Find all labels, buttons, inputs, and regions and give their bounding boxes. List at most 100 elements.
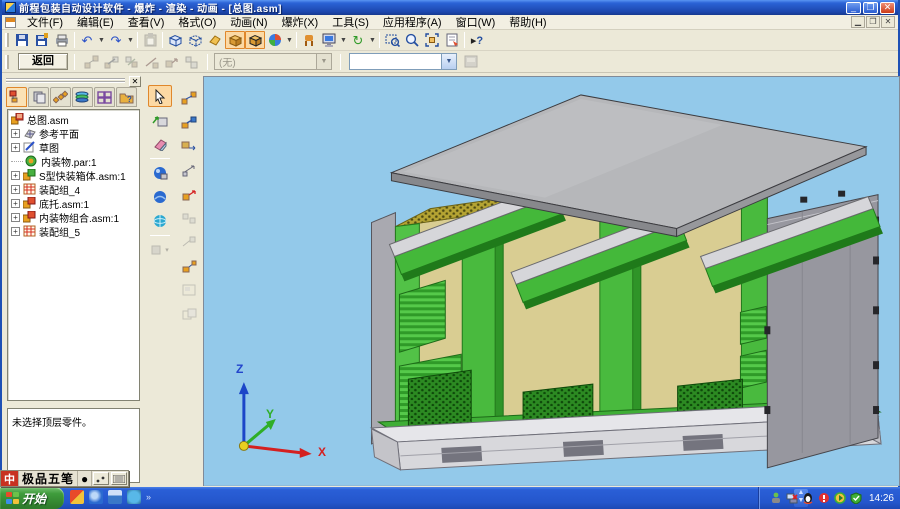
auto-explode-button[interactable]: [81, 53, 101, 71]
tree-item[interactable]: + 底托.asm:1: [11, 196, 139, 210]
render-sphere-dropdown[interactable]: ▼: [285, 31, 294, 49]
tree-item[interactable]: 内装物.par:1: [11, 154, 139, 168]
media-player-icon[interactable]: [70, 490, 84, 504]
toolbar-grip[interactable]: [5, 33, 9, 47]
menu-edit[interactable]: 编辑(E): [70, 13, 121, 31]
internet-explorer-icon[interactable]: [89, 490, 103, 504]
reposition-tool-button[interactable]: [177, 135, 201, 157]
edgebar-grip[interactable]: ✕: [4, 76, 143, 86]
tree-item[interactable]: + 内装物组合.asm:1: [11, 210, 139, 224]
ime-language-button[interactable]: 中: [1, 471, 19, 486]
start-button[interactable]: 开始: [0, 487, 64, 509]
menu-format[interactable]: 格式(O): [171, 13, 223, 31]
more-tools-flyout-button[interactable]: ▾: [148, 239, 172, 261]
undo-dropdown[interactable]: ▼: [97, 31, 106, 49]
mdi-minimize-button[interactable]: ▁: [851, 16, 865, 28]
qq-messenger-icon[interactable]: [802, 492, 814, 504]
settings-tool-button-1[interactable]: [177, 279, 201, 301]
tree-item[interactable]: + 参考平面: [11, 126, 139, 140]
toolbar-grip[interactable]: [5, 55, 9, 69]
activate-part-button[interactable]: [148, 109, 172, 131]
render-sphere-button[interactable]: [265, 31, 285, 49]
render-scene-button[interactable]: [148, 162, 172, 184]
zoom-button[interactable]: [402, 31, 422, 49]
save-button[interactable]: [12, 31, 32, 49]
explode-button[interactable]: [101, 53, 121, 71]
auto-explode-tool-button[interactable]: [177, 87, 201, 109]
menu-window[interactable]: 窗口(W): [449, 13, 503, 31]
expand-icon[interactable]: +: [11, 185, 20, 194]
minimize-button[interactable]: _: [846, 2, 861, 14]
tab-pathfinder[interactable]: [6, 87, 27, 107]
explode-tool-button[interactable]: [177, 111, 201, 133]
menu-animation[interactable]: 动画(N): [223, 13, 274, 31]
mdi-close-button[interactable]: ✕: [881, 16, 895, 28]
redo-dropdown[interactable]: ▼: [126, 31, 135, 49]
restore-button[interactable]: ❐: [863, 2, 878, 14]
collapse-tool-button[interactable]: [177, 231, 201, 253]
select-tool-button[interactable]: [148, 85, 172, 107]
viewport-3d[interactable]: Z Y X: [203, 76, 900, 486]
tree-item[interactable]: + 装配组_5: [11, 224, 139, 238]
refresh-button[interactable]: ↻: [348, 31, 368, 49]
expand-icon[interactable]: +: [11, 213, 20, 222]
ime-softkeyboard-button[interactable]: [111, 472, 127, 485]
zoom-area-button[interactable]: [382, 31, 402, 49]
flow-line-tool-button[interactable]: [177, 159, 201, 181]
move-part-tool-button[interactable]: [177, 183, 201, 205]
context-help-button[interactable]: ▸?: [467, 31, 487, 49]
expand-icon[interactable]: +: [11, 227, 20, 236]
monitor-button[interactable]: [319, 31, 339, 49]
tab-library[interactable]: [28, 87, 49, 107]
tab-family[interactable]: [50, 87, 71, 107]
remove-part-tool-button[interactable]: [177, 207, 201, 229]
collapse-button[interactable]: [181, 53, 201, 71]
shaded-button[interactable]: [225, 31, 245, 49]
save-as-button[interactable]: [32, 31, 52, 49]
explode-level-combo[interactable]: (无) ▼: [214, 53, 332, 70]
redo-button[interactable]: ↷: [106, 31, 126, 49]
paste-button[interactable]: [140, 31, 160, 49]
mdi-restore-button[interactable]: ❐: [866, 16, 880, 28]
quick-launch-overflow[interactable]: »: [146, 492, 151, 502]
save-configuration-button[interactable]: [461, 53, 481, 71]
render-preview-button[interactable]: [148, 210, 172, 232]
ime-punctuation-button[interactable]: [93, 472, 109, 485]
tree-item[interactable]: + 草图: [11, 140, 139, 154]
expand-icon[interactable]: +: [11, 199, 20, 208]
expand-icon[interactable]: +: [11, 171, 20, 180]
print-button[interactable]: [52, 31, 72, 49]
taskbar-clock[interactable]: 14:26: [869, 493, 894, 504]
menu-help[interactable]: 帮助(H): [502, 13, 553, 31]
reposition-button[interactable]: [121, 53, 141, 71]
wireframe-hidden-edges-button[interactable]: [185, 31, 205, 49]
tab-layers[interactable]: [72, 87, 93, 107]
render-session-button[interactable]: [148, 186, 172, 208]
fit-button[interactable]: [422, 31, 442, 49]
tab-sensors[interactable]: [94, 87, 115, 107]
settings-tool-button-2[interactable]: [177, 303, 201, 325]
browser-globe-icon[interactable]: [127, 490, 141, 504]
network-offline-icon[interactable]: [786, 492, 798, 504]
bind-tool-button[interactable]: [177, 255, 201, 277]
menu-explode[interactable]: 爆炸(X): [275, 13, 326, 31]
security-alert-icon[interactable]: [818, 492, 830, 504]
tab-assistant[interactable]: ?: [116, 87, 137, 107]
sheet-view-button[interactable]: [442, 31, 462, 49]
shield-icon[interactable]: [850, 492, 862, 504]
tree-item[interactable]: + 装配组_4: [11, 182, 139, 196]
ime-shape-button[interactable]: ●: [78, 471, 92, 486]
menu-applications[interactable]: 应用程序(A): [376, 13, 449, 31]
tree-item[interactable]: + S型快装箱体.asm:1: [11, 168, 139, 182]
eraser-tool-button[interactable]: [148, 133, 172, 155]
configuration-combo[interactable]: ▼: [349, 53, 457, 70]
expand-icon[interactable]: +: [11, 129, 20, 138]
face-shade-button[interactable]: [205, 31, 225, 49]
expand-icon[interactable]: +: [11, 143, 20, 152]
material-button[interactable]: [299, 31, 319, 49]
tree-item[interactable]: 总图.asm: [11, 112, 139, 126]
close-button[interactable]: ✕: [880, 2, 895, 14]
refresh-dropdown[interactable]: ▼: [368, 31, 377, 49]
back-button[interactable]: 返回: [18, 53, 68, 70]
menu-tools[interactable]: 工具(S): [325, 13, 376, 31]
